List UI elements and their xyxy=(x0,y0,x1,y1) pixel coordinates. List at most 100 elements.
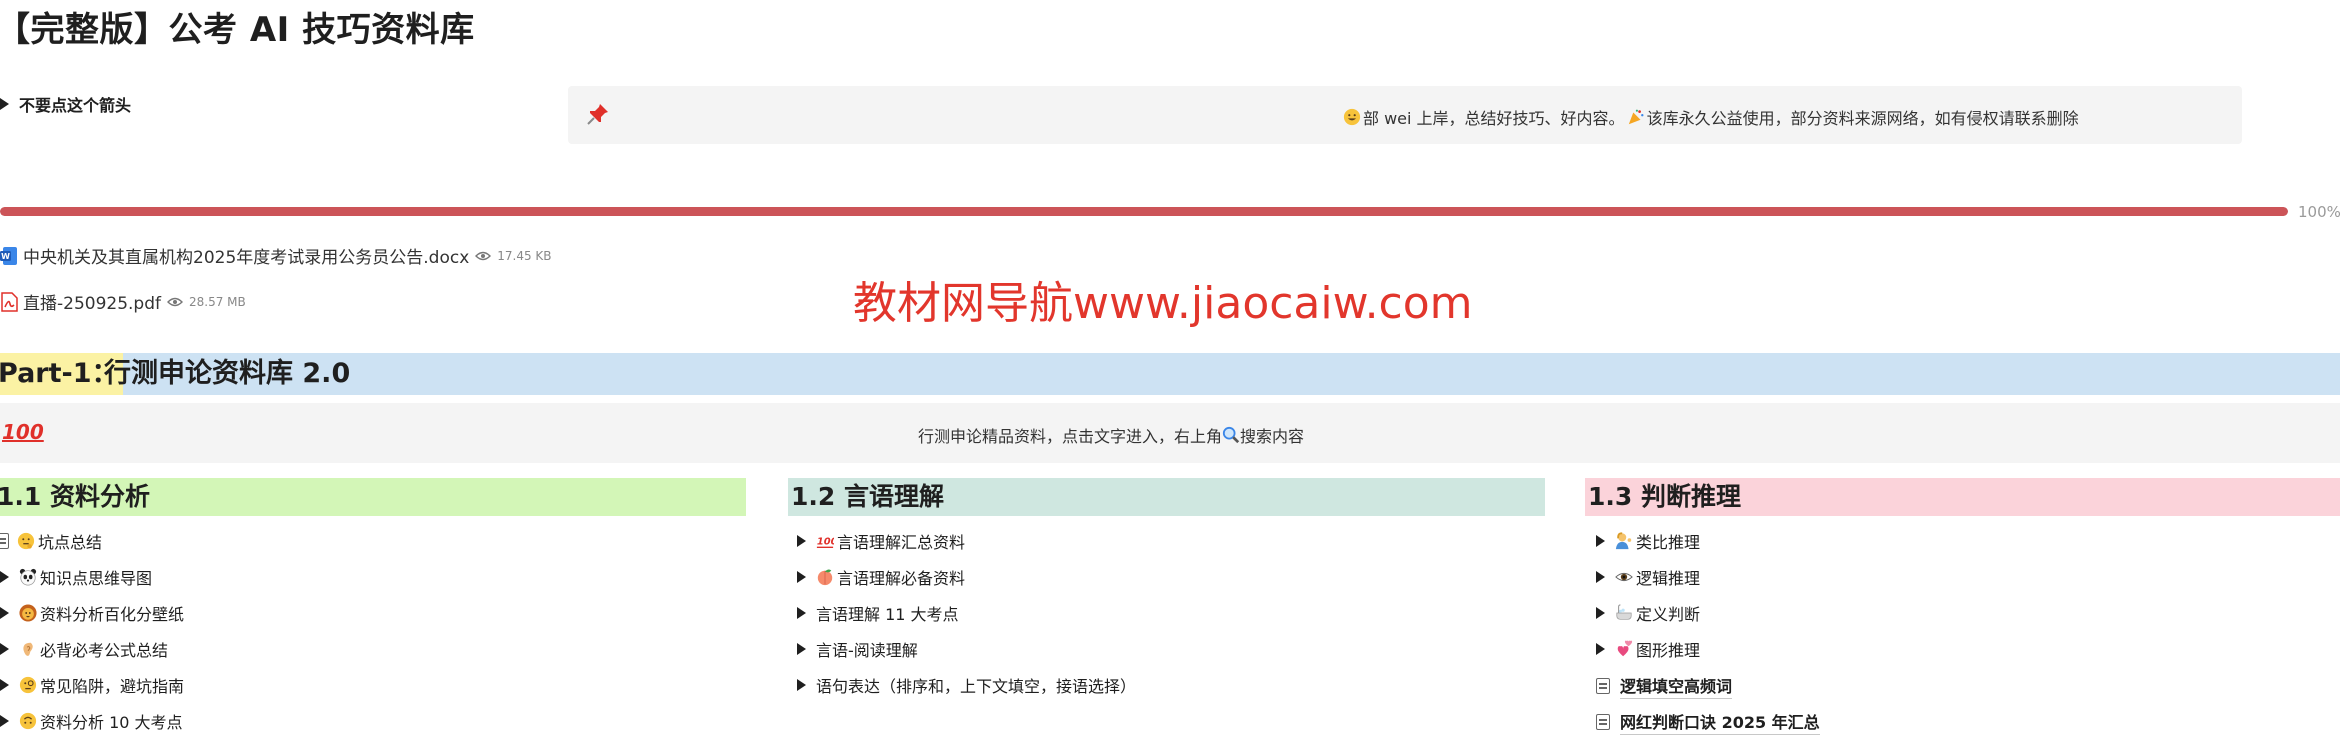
pushpin-icon xyxy=(587,104,608,125)
list-item-label: 逻辑推理 xyxy=(1636,569,1701,588)
preview-eye-icon[interactable] xyxy=(475,251,492,261)
toggle-arrow-icon[interactable] xyxy=(0,98,9,110)
list-item[interactable]: 言语理解 11 大考点 xyxy=(797,601,959,625)
progress-label: 100% xyxy=(2298,203,2340,221)
toggle-arrow-icon[interactable] xyxy=(797,571,806,583)
upside-down-face-icon xyxy=(19,712,37,730)
toggle-arrow-icon[interactable] xyxy=(0,643,9,655)
person-tipping-hand-icon xyxy=(1615,532,1632,550)
section-heading-verbal: 1.2 言语理解 xyxy=(788,478,1545,516)
list-item-label: 言语理解 11 大考点 xyxy=(816,605,959,624)
info-text: 行测申论精品资料，点击文字进入，右上角 搜索内容 xyxy=(918,423,1304,447)
list-item[interactable]: 必背必考公式总结 xyxy=(0,637,168,661)
svg-text:100: 100 xyxy=(817,537,834,548)
list-item[interactable]: 逻辑填空高频词 xyxy=(1596,673,1733,699)
list-item[interactable]: 资料分析 10 大考点 xyxy=(0,709,183,733)
toggle-arrow-icon[interactable] xyxy=(797,643,806,655)
list-item[interactable]: 言语理解必备资料 xyxy=(797,565,965,589)
list-item-label: 必背必考公式总结 xyxy=(40,641,169,660)
list-item-label: 资料分析 10 大考点 xyxy=(40,713,183,732)
file-row-pdf[interactable]: 直播-250925.pdf 28.57 MB xyxy=(0,289,246,314)
page-title: 【完整版】公考 AI 技巧资料库 xyxy=(0,10,475,50)
section-heading-reasoning: 1.3 判断推理 xyxy=(1585,478,2340,516)
two-hearts-icon xyxy=(1617,640,1633,657)
hint-toggle[interactable]: 不要点这个箭头 xyxy=(0,92,131,116)
preview-eye-icon[interactable] xyxy=(167,297,184,307)
list-item-label: 言语-阅读理解 xyxy=(816,641,918,660)
toggle-arrow-icon[interactable] xyxy=(1596,643,1605,655)
toggle-arrow-icon[interactable] xyxy=(1596,571,1605,583)
pdf-icon xyxy=(1,291,18,312)
file-name[interactable]: 中央机关及其直属机构2025年度考试录用公务员公告.docx xyxy=(23,243,469,268)
info-text-1: 行测申论精品资料，点击文字进入，右上角 xyxy=(918,427,1223,446)
peach-icon xyxy=(817,569,833,586)
list-item[interactable]: 知识点思维导图 xyxy=(0,565,152,589)
toggle-arrow-icon[interactable] xyxy=(0,679,9,691)
list-item-label: 常见陷阱，避坑指南 xyxy=(40,677,185,696)
toggle-arrow-icon[interactable] xyxy=(797,607,806,619)
list-item-label: 定义判断 xyxy=(1636,605,1701,624)
toggle-arrow-icon[interactable] xyxy=(797,535,806,547)
toggle-arrow-icon[interactable] xyxy=(1596,535,1605,547)
info-text-2: 搜索内容 xyxy=(1240,427,1305,446)
notice-text: 部 wei 上岸，总结好技巧、好内容。 该库永久公益使用，部分资料来源网络，如有… xyxy=(1343,105,2079,129)
list-item[interactable]: 逻辑推理 xyxy=(1596,565,1700,589)
progress-bar xyxy=(0,207,2288,216)
ear-icon xyxy=(23,642,33,656)
page-icon xyxy=(1596,678,1610,694)
list-item[interactable]: 图形推理 xyxy=(1596,637,1700,661)
file-size: 28.57 MB xyxy=(189,294,246,309)
party-popper-icon xyxy=(1628,109,1644,125)
list-item[interactable]: 定义判断 xyxy=(1596,601,1700,625)
svg-text:W: W xyxy=(1,252,10,261)
notice-callout: 部 wei 上岸，总结好技巧、好内容。 该库永久公益使用，部分资料来源网络，如有… xyxy=(568,86,2242,144)
list-item[interactable]: 坑点总结 xyxy=(0,529,102,553)
toggle-arrow-icon[interactable] xyxy=(797,679,806,691)
section-heading-data-analysis: 1.1 资料分析 xyxy=(0,478,746,516)
hint-toggle-label: 不要点这个箭头 xyxy=(19,96,132,115)
page-root: 【完整版】公考 AI 技巧资料库 不要点这个箭头 部 wei 上岸，总结好技巧、… xyxy=(0,0,2340,738)
list-item-label: 逻辑填空高频词 xyxy=(1620,673,1733,699)
list-item[interactable]: 言语-阅读理解 xyxy=(797,637,918,661)
monocle-face-icon xyxy=(19,676,37,694)
bathtub-icon xyxy=(1616,604,1632,620)
toggle-arrow-icon[interactable] xyxy=(0,571,9,583)
toggle-arrow-icon[interactable] xyxy=(0,607,9,619)
list-item-label: 图形推理 xyxy=(1636,641,1701,660)
notice-text-2: 该库永久公益使用，部分资料来源网络，如有侵权请联系删除 xyxy=(1646,109,2079,128)
grinning-face-icon xyxy=(1343,108,1361,126)
toggle-arrow-icon[interactable] xyxy=(1596,607,1605,619)
file-size: 17.45 KB xyxy=(497,248,552,263)
list-item[interactable]: 类比推理 xyxy=(1596,529,1700,553)
list-item-label: 知识点思维导图 xyxy=(40,569,153,588)
list-item-label: 语句表达（排序和，上下文填空，接语选择） xyxy=(816,677,1137,696)
list-item-label: 言语理解汇总资料 xyxy=(837,533,966,552)
list-item-label: 言语理解必备资料 xyxy=(837,569,966,588)
page-icon xyxy=(0,533,9,549)
list-item[interactable]: 语句表达（排序和，上下文填空，接语选择） xyxy=(797,673,1136,697)
progress-fill xyxy=(0,207,2288,216)
panda-icon xyxy=(19,568,37,586)
word-icon: W xyxy=(0,246,17,265)
thinking-face-icon xyxy=(17,532,35,550)
list-item[interactable]: 100言语理解汇总资料 xyxy=(797,529,965,553)
magnifier-icon xyxy=(1222,426,1240,444)
hundred-points-icon: 100 xyxy=(2,420,44,444)
file-row-docx[interactable]: W 中央机关及其直属机构2025年度考试录用公务员公告.docx 17.45 K… xyxy=(0,243,552,268)
list-item[interactable]: 网红判断口诀 2025 年汇总 xyxy=(1596,709,1820,735)
lion-icon xyxy=(19,604,37,622)
hundred-points-icon: 100 xyxy=(816,537,834,548)
file-name[interactable]: 直播-250925.pdf xyxy=(23,289,161,314)
watermark-text: 教材网导航www.jiaocaiw.com xyxy=(853,278,1473,329)
info-callout: 100 行测申论精品资料，点击文字进入，右上角 搜索内容 xyxy=(0,403,2340,463)
eye-icon xyxy=(1615,572,1633,582)
toggle-arrow-icon[interactable] xyxy=(0,715,9,727)
part1-title: 行测申论资料库 2.0 xyxy=(104,358,351,389)
list-item-label: 网红判断口诀 2025 年汇总 xyxy=(1620,709,1820,735)
list-item-label: 坑点总结 xyxy=(38,533,103,552)
list-item[interactable]: 常见陷阱，避坑指南 xyxy=(0,673,184,697)
page-icon xyxy=(1596,714,1610,730)
list-item[interactable]: 资料分析百化分壁纸 xyxy=(0,601,184,625)
list-item-label: 资料分析百化分壁纸 xyxy=(40,605,185,624)
notice-text-1: 部 wei 上岸，总结好技巧、好内容。 xyxy=(1363,109,1625,128)
